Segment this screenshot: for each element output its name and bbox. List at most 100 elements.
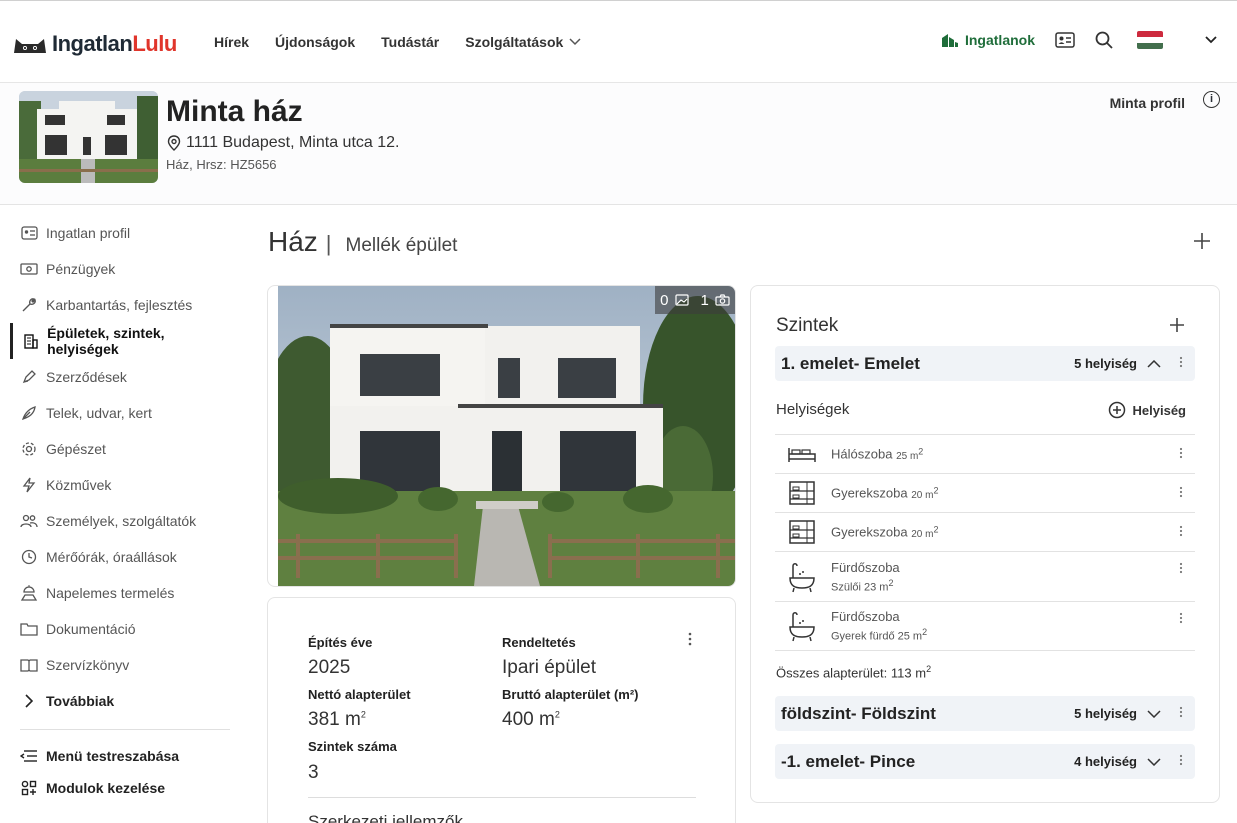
sidebar-item-meroorak[interactable]: Mérőórák, óraállások (10, 539, 230, 575)
kebab-icon[interactable] (1179, 525, 1183, 540)
level-name: -1. emelet- Pince (781, 751, 916, 771)
level-row[interactable]: földszint- Földszint 5 helyiség (775, 696, 1195, 731)
sidebar-item-szerzodesek[interactable]: Szerződések (10, 359, 230, 395)
rooms-header: Helyiségek Helyiség (776, 401, 1196, 419)
chevron-down-icon[interactable] (1147, 706, 1161, 721)
sidebar-item-label: Dokumentáció (46, 621, 136, 637)
sidebar-item-label: Pénzügyek (46, 261, 116, 277)
add-room-button[interactable]: Helyiség (1108, 401, 1186, 419)
net-area-value: 381 m2 (308, 709, 366, 730)
room-name: Fürdőszoba (831, 609, 900, 625)
level-room-count: 5 helyiség (1074, 706, 1137, 721)
sidebar-more[interactable]: Továbbiak (10, 683, 230, 719)
sidebar-item-kozmuvek[interactable]: Közművek (10, 467, 230, 503)
sidebar-item-szemelyek[interactable]: Személyek, szolgáltatók (10, 503, 230, 539)
room-row[interactable]: Gyerekszoba 20 m2 (775, 512, 1195, 551)
image-count: 0 (660, 291, 669, 309)
room-row[interactable]: Hálószoba 25 m2 (775, 434, 1195, 473)
building-icon (22, 332, 39, 350)
chevron-down-icon (569, 38, 581, 46)
details-menu-button[interactable] (688, 632, 692, 651)
money-icon (20, 260, 38, 278)
structure-section-title[interactable]: Szerkezeti jellemzők (308, 812, 463, 823)
nav-szolgaltatasok[interactable]: Szolgáltatások (465, 34, 581, 50)
nav-szolgaltatasok-label: Szolgáltatások (465, 34, 564, 50)
kebab-icon[interactable] (1179, 754, 1183, 769)
kebab-icon[interactable] (1179, 486, 1183, 501)
add-room-label: Helyiség (1132, 402, 1186, 418)
flag-hu-icon[interactable] (1137, 31, 1163, 49)
plus-icon (1194, 233, 1210, 249)
room-sub: Szülői 23 m (831, 581, 889, 594)
modules-icon (20, 779, 38, 797)
sidebar-item-ingatlan-profil[interactable]: Ingatlan profil (10, 215, 230, 251)
modules-button[interactable]: Modulok kezelése (10, 772, 230, 804)
kebab-icon[interactable] (1179, 612, 1183, 627)
chevron-down-icon[interactable] (1147, 754, 1161, 769)
sidebar-item-label: Telek, udvar, kert (46, 405, 152, 421)
kebab-icon[interactable] (1179, 447, 1183, 462)
menu-customize-button[interactable]: Menü testreszabása (10, 740, 230, 772)
level-row[interactable]: 1. emelet- Emelet 5 helyiség (775, 346, 1195, 381)
tab-haz[interactable]: Ház (268, 226, 318, 258)
chevron-right-icon (20, 692, 38, 710)
nav-ujdonsagok[interactable]: Újdonságok (275, 34, 355, 50)
building-tabs: Ház | Mellék épület (268, 226, 457, 258)
sidebar-item-label: Karbantartás, fejlesztés (46, 297, 193, 313)
chevron-down-icon[interactable] (1205, 36, 1217, 44)
build-year-value: 2025 (308, 657, 351, 678)
logo[interactable]: IngatlanLulu (12, 31, 177, 57)
sidebar-item-gepeszet[interactable]: Gépészet (10, 431, 230, 467)
photo-count-badge[interactable]: 0 1 (655, 286, 735, 314)
bunk-bed-icon (789, 481, 815, 505)
sidebar: Ingatlan profil Pénzügyek Karbantartás, … (10, 215, 230, 804)
building-photo[interactable] (278, 286, 736, 586)
property-thumbnail[interactable] (19, 91, 158, 183)
tab-mellek-epulet[interactable]: Mellék épület (346, 235, 458, 257)
room-area: 25 m (896, 450, 919, 462)
chevron-up-icon[interactable] (1147, 356, 1161, 371)
sidebar-item-dokumentacio[interactable]: Dokumentáció (10, 611, 230, 647)
tab-separator: | (325, 231, 332, 256)
kebab-icon[interactable] (1179, 356, 1183, 371)
search-icon[interactable] (1095, 31, 1113, 49)
sidebar-item-telek[interactable]: Telek, udvar, kert (10, 395, 230, 431)
profil-link[interactable]: Minta profil (1110, 95, 1185, 111)
nav-tudastar[interactable]: Tudástár (381, 34, 439, 50)
room-row[interactable]: Fürdőszoba Gyerek fürdő 25 m2 (775, 601, 1195, 651)
info-icon[interactable]: i (1203, 91, 1220, 108)
room-name: Hálószoba (831, 446, 893, 462)
sidebar-item-napelemes[interactable]: Napelemes termelés (10, 575, 230, 611)
property-address: 1111 Budapest, Minta utca 12. (167, 134, 399, 152)
details-divider (308, 797, 696, 798)
room-row[interactable]: Gyerekszoba 20 m2 (775, 473, 1195, 512)
property-address-text: 1111 Budapest, Minta utca 12. (186, 134, 400, 151)
house-photo-thumb (19, 91, 158, 183)
ingatlanok-link[interactable]: Ingatlanok (941, 32, 1035, 48)
kebab-icon[interactable] (1179, 706, 1183, 721)
gear-icon (20, 440, 38, 458)
total-area: Összes alapterület: 113 m2 (776, 664, 932, 681)
sidebar-item-karbantartas[interactable]: Karbantartás, fejlesztés (10, 287, 230, 323)
sidebar-item-penzugyek[interactable]: Pénzügyek (10, 251, 230, 287)
room-sub: Gyerek fürdő 25 m (831, 630, 923, 643)
book-icon (20, 656, 38, 674)
solar-icon (20, 584, 38, 602)
add-building-button[interactable] (1193, 226, 1211, 257)
nav-hirek[interactable]: Hírek (214, 34, 249, 50)
people-icon (20, 512, 38, 530)
gross-area-text: 400 m (502, 709, 555, 730)
sidebar-item-epuletek[interactable]: Épületek, szintek, helyiségek (10, 323, 230, 359)
lightning-icon (20, 476, 38, 494)
kebab-icon[interactable] (1179, 562, 1183, 577)
house-icon (941, 34, 958, 47)
plus-icon (1170, 318, 1184, 332)
sidebar-item-szervizkonyv[interactable]: Szervízkönyv (10, 647, 230, 683)
level-row[interactable]: -1. emelet- Pince 4 helyiség (775, 744, 1195, 779)
add-level-button[interactable] (1169, 312, 1185, 340)
room-row[interactable]: Fürdőszoba Szülői 23 m2 (775, 551, 1195, 601)
sidebar-item-label: Szerződések (46, 369, 127, 385)
ingatlanok-label: Ingatlanok (964, 32, 1035, 48)
bathtub-icon (789, 562, 815, 592)
id-card-icon[interactable] (1055, 32, 1075, 48)
